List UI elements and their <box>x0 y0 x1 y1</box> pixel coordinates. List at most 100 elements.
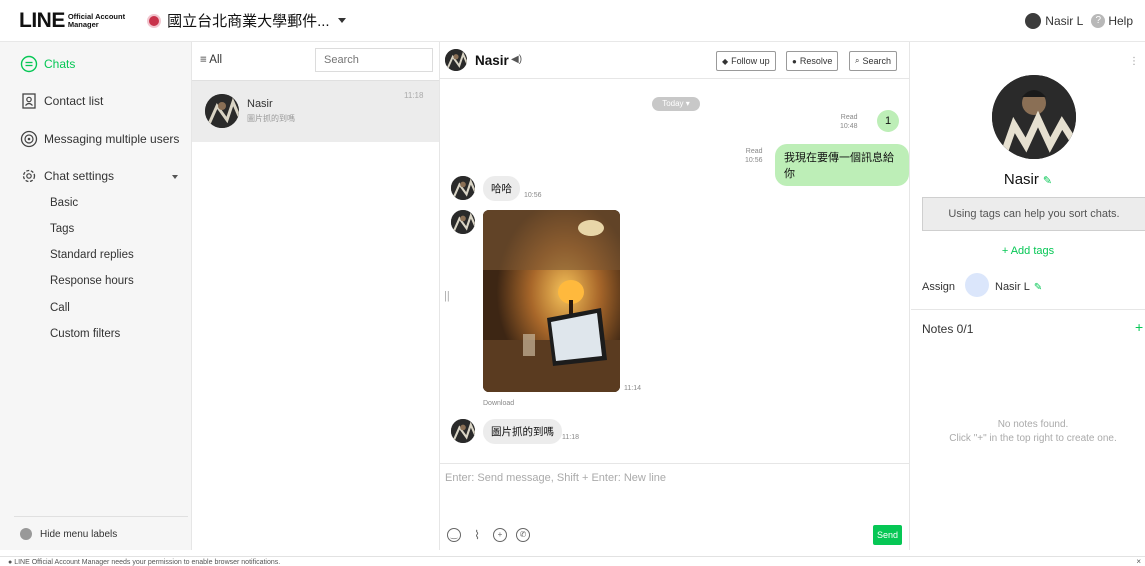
gear-icon <box>20 167 38 185</box>
message-bubble-received[interactable]: 哈哈 <box>483 176 520 201</box>
message-bubble-received[interactable]: 圖片抓的到嗎 <box>483 419 562 444</box>
sidebar-divider <box>14 516 188 517</box>
read-receipt: Read 10:56 <box>745 147 763 165</box>
search-button[interactable]: ⌕ Search <box>849 51 898 71</box>
sidebar-subitem-call[interactable]: Call <box>50 302 70 314</box>
add-note-button[interactable]: + <box>1135 319 1143 335</box>
user-avatar[interactable] <box>1025 13 1042 29</box>
sidebar-subitem-custom-filters[interactable]: Custom filters <box>50 328 120 340</box>
call-icon[interactable]: ✆ <box>516 528 530 542</box>
chat-item-name: Nasir <box>247 98 273 110</box>
attachment-icon[interactable]: ⌇ <box>470 528 484 542</box>
profile-avatar <box>992 75 1076 159</box>
search-icon: ⌕ <box>855 56 860 65</box>
add-icon[interactable]: + <box>493 528 507 542</box>
top-bar: LINE Official Account Manager 國立台北商業大學郵件… <box>0 0 1145 42</box>
sidebar-subitem-tags[interactable]: Tags <box>50 223 74 235</box>
message-time: 10:56 <box>745 157 763 164</box>
notification-text: ● LINE Official Account Manager needs yo… <box>8 559 281 566</box>
sidebar: Chats Contact list Messaging multiple us… <box>0 42 192 550</box>
profile-panel: ⋮ Nasir ✎ Using tags can help you sort ch… <box>911 42 1145 550</box>
brand-sub: Official Account Manager <box>67 12 125 29</box>
message-time: 11:18 <box>562 434 579 441</box>
brand-main: LINE <box>19 8 65 32</box>
chevron-down-icon[interactable] <box>172 175 178 179</box>
sidebar-item-label: Chat settings <box>44 169 115 183</box>
brand-sub-line-2: Manager <box>67 19 99 29</box>
notification-message: LINE Official Account Manager needs your… <box>14 559 281 566</box>
sidebar-subitem-standard-replies[interactable]: Standard replies <box>50 249 134 261</box>
message-image[interactable] <box>483 210 620 392</box>
edit-pencil-icon[interactable]: ✎ <box>1034 282 1042 293</box>
tag-hint: Using tags can help you sort chats. <box>922 197 1145 231</box>
download-link[interactable]: Download <box>483 400 514 407</box>
composer-tools: ‿ ⌇ + ✆ <box>447 528 530 542</box>
assignee[interactable]: Nasir L ✎ <box>995 281 1042 293</box>
chat-header: Nasir ◀) ◆ Follow up ● Resolve ⌕ Search <box>440 42 910 79</box>
speech-icon: ● <box>792 56 797 66</box>
chevron-down-icon <box>337 18 346 23</box>
chat-item-time: 11:18 <box>404 91 424 100</box>
edit-pencil-icon[interactable]: ✎ <box>1043 175 1052 187</box>
date-chip[interactable]: Today ▾ <box>652 97 700 111</box>
account-switcher[interactable]: 國立台北商業大學郵件... <box>147 10 346 31</box>
avatar[interactable] <box>451 210 475 234</box>
read-receipt: Read 10:48 <box>840 113 858 131</box>
message-composer: Enter: Send message, Shift + Enter: New … <box>440 463 910 550</box>
close-icon[interactable]: × <box>1136 557 1141 566</box>
help-icon[interactable]: ? <box>1091 14 1106 28</box>
more-options-icon[interactable]: ⋮ <box>1129 56 1139 67</box>
panel-divider <box>911 309 1145 310</box>
resolve-label: Resolve <box>799 56 833 66</box>
sidebar-item-messaging-multiple-users[interactable]: Messaging multiple users <box>20 130 179 148</box>
avatar[interactable] <box>451 419 475 443</box>
notification-bar: ● LINE Official Account Manager needs yo… <box>0 556 1145 566</box>
sidebar-item-label: Contact list <box>44 94 104 108</box>
message-bubble-sent[interactable]: 我現在要傳一個訊息給你 <box>775 144 909 186</box>
chat-partner-name: Nasir <box>475 53 509 68</box>
chat-item-preview: 圖片抓的到嗎 <box>247 114 295 123</box>
sidebar-item-chats[interactable]: Chats <box>20 55 75 73</box>
message-time: 11:14 <box>624 385 641 392</box>
account-name: 國立台北商業大學郵件... <box>167 13 330 30</box>
sidebar-subitem-response-hours[interactable]: Response hours <box>50 275 134 287</box>
sidebar-subitem-basic[interactable]: Basic <box>50 197 78 209</box>
brand-logo[interactable]: LINE Official Account Manager <box>19 9 125 33</box>
search-label: Search <box>862 56 892 66</box>
sidebar-item-label: Chats <box>44 57 76 71</box>
profile-name: Nasir ✎ <box>911 171 1145 188</box>
chat-bubble-icon <box>20 55 38 73</box>
chat-list-item[interactable]: Nasir 圖片抓的到嗎 11:18 <box>192 80 439 142</box>
chat-room: Nasir ◀) ◆ Follow up ● Resolve ⌕ Search … <box>440 42 910 550</box>
speaker-icon[interactable]: ◀) <box>511 54 522 65</box>
chat-filter-dropdown[interactable]: ≡ All <box>200 54 222 66</box>
avatar[interactable] <box>445 49 467 71</box>
assignee-avatar <box>965 273 989 297</box>
chat-search-input[interactable] <box>315 48 433 72</box>
send-button[interactable]: Send <box>873 525 902 545</box>
read-label: Read <box>745 148 763 155</box>
message-time: 10:56 <box>524 192 542 199</box>
message-bubble-sent[interactable]: 1 <box>877 110 900 132</box>
empty-notes-line-1: No notes found. <box>997 419 1069 430</box>
sidebar-item-label: Messaging multiple users <box>44 132 180 146</box>
broadcast-icon <box>20 130 38 148</box>
hide-menu-labels-button[interactable]: Hide menu labels <box>20 528 117 540</box>
follow-up-button[interactable]: ◆ Follow up <box>716 51 776 71</box>
sidebar-item-chat-settings[interactable]: Chat settings <box>20 167 114 185</box>
message-input[interactable]: Enter: Send message, Shift + Enter: New … <box>445 472 666 484</box>
read-label: Read <box>840 114 858 121</box>
add-tags-button[interactable]: + Add tags <box>911 245 1145 257</box>
resolve-button[interactable]: ● Resolve <box>786 51 839 71</box>
profile-name-text: Nasir <box>1003 171 1039 188</box>
contact-list-icon <box>20 92 38 110</box>
help-link[interactable]: Help <box>1108 14 1133 28</box>
avatar[interactable] <box>451 176 475 200</box>
notes-title: Notes 0/1 <box>922 322 974 336</box>
chat-list: ≡ All Nasir 圖片抓的到嗎 11:18 <box>192 42 440 550</box>
user-name[interactable]: Nasir L <box>1045 14 1083 28</box>
hide-menu-labels-label: Hide menu labels <box>40 528 118 540</box>
emoji-icon[interactable]: ‿ <box>447 528 461 542</box>
sidebar-item-contact-list[interactable]: Contact list <box>20 92 103 110</box>
drag-handle-icon[interactable]: || <box>444 290 450 302</box>
